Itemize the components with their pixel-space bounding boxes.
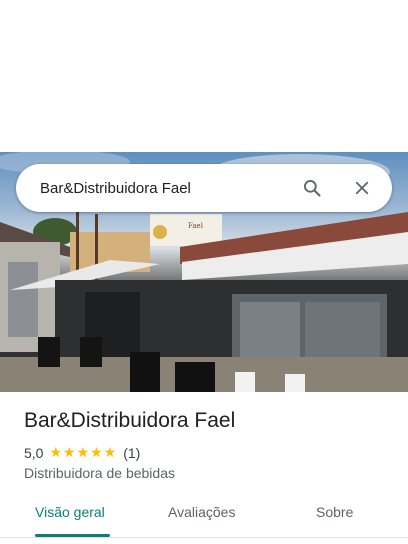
search-bar[interactable]: Bar&Distribuidora Fael [16,164,392,212]
close-icon[interactable] [350,176,374,200]
place-category: Distribuidora de bebidas [24,465,175,481]
place-title: Bar&Distribuidora Fael [24,409,236,432]
rating-stars: ★★★★★ [49,444,118,460]
tab-reviews[interactable]: Avaliações [168,504,235,520]
tab-about[interactable]: Sobre [316,504,353,520]
search-input[interactable]: Bar&Distribuidora Fael [40,180,300,197]
rating-value: 5,0 [24,444,44,461]
tab-overview[interactable]: Visão geral [35,504,105,520]
search-icon[interactable] [300,176,324,200]
rating-row[interactable]: 5,0 ★★★★★ (1) [24,444,140,461]
review-count[interactable]: (1) [123,445,140,461]
svg-text:Fael: Fael [188,222,204,230]
tabs-divider [0,537,408,538]
